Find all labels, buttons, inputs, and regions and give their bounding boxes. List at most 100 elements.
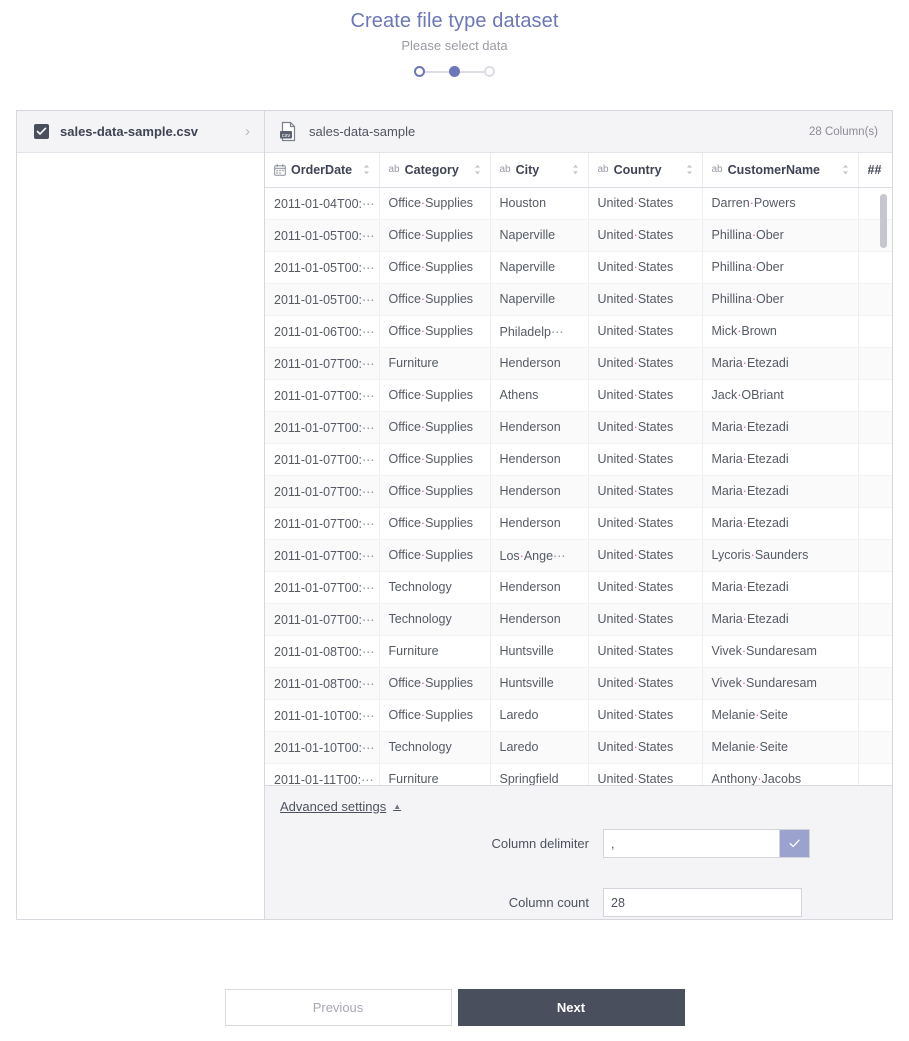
cell-category: Office·Supplies [379,507,491,540]
data-preview-grid[interactable]: OrderDate ab Category ab City ab Country ab Cust… [265,153,892,785]
space-marker: · [742,420,747,434]
cell-customername: Melanie·Seite [702,731,859,764]
cell-orderdate: 2011-01-07T00:⋯ [265,379,380,412]
cell-orderdate: 2011-01-07T00:⋯ [265,411,380,444]
delimiter-confirm-button[interactable] [780,829,810,858]
cell-category: Office·Supplies [379,283,491,316]
table-row[interactable]: 2011-01-05T00:⋯ Office·Supplies Naperville… [265,219,892,252]
space-marker: · [633,612,638,626]
delimiter-field-row: Column delimiter [265,829,892,858]
space-marker: · [742,580,747,594]
cell-country: United·States [588,187,703,220]
file-checkbox[interactable] [34,124,49,139]
space-marker: · [420,260,426,274]
table-row[interactable]: 2011-01-07T00:⋯ Technology Henderson United… [265,603,892,636]
preview-header: csv sales-data-sample 28 Column(s) [265,111,892,153]
truncation-ellipsis: ⋯ [361,772,374,786]
table-row[interactable]: 2011-01-06T00:⋯ Office·Supplies Philadelp⋯… [265,315,892,348]
column-header-label: City [515,162,540,177]
page-subtitle: Please select data [401,38,508,53]
space-marker: · [755,708,760,722]
table-row[interactable]: 2011-01-10T00:⋯ Office·Supplies Laredo Unit… [265,699,892,732]
column-header-label: Category [404,162,459,177]
sort-icon[interactable] [363,164,370,175]
grid-vertical-scrollbar[interactable] [880,194,887,779]
table-row[interactable]: 2011-01-07T00:⋯ Technology Henderson United… [265,571,892,604]
chevron-right-icon[interactable]: › [245,123,252,140]
table-row[interactable]: 2011-01-07T00:⋯ Office·Supplies Henderson U… [265,475,892,508]
table-row[interactable]: 2011-01-07T00:⋯ Office·Supplies Henderson U… [265,443,892,476]
text-type-icon: ab [597,164,609,176]
sort-icon[interactable] [686,164,693,175]
space-marker: · [741,644,747,658]
space-marker: · [420,292,426,306]
truncation-ellipsis: ⋯ [362,708,375,723]
column-header-country[interactable]: ab Country [588,153,703,188]
space-marker: · [633,708,638,722]
column-header-orderdate[interactable]: OrderDate [265,153,380,188]
space-marker: · [420,516,426,530]
truncation-ellipsis: ⋯ [362,260,375,275]
step-dot-1[interactable] [414,66,425,77]
check-icon [36,127,47,135]
column-count-input[interactable] [603,888,802,917]
cell-customername: Mick·Brown [702,315,859,348]
table-row[interactable]: 2011-01-07T00:⋯ Office·Supplies Henderson U… [265,411,892,444]
table-row[interactable]: 2011-01-07T00:⋯ Office·Supplies Los·Ange⋯ U… [265,539,892,572]
column-header-label: ## [867,162,882,177]
column-header-city[interactable]: ab City [490,153,589,188]
cell-orderdate: 2011-01-07T00:⋯ [265,539,380,572]
table-row[interactable]: 2011-01-07T00:⋯ Office·Supplies Athens Unit… [265,379,892,412]
scrollbar-thumb[interactable] [880,194,887,248]
space-marker: · [633,740,638,754]
sort-icon[interactable] [474,164,481,175]
cell-country: United·States [588,347,703,380]
space-marker: · [633,772,638,785]
cell-customername: Phillina·Ober [702,219,859,252]
table-row[interactable]: 2011-01-11T00:⋯ Furniture Springfield Unite… [265,763,892,785]
table-row[interactable]: 2011-01-07T00:⋯ Furniture Henderson United·… [265,347,892,380]
space-marker: · [749,196,754,210]
step-dot-2[interactable] [449,66,460,77]
column-count-badge: 28 Column(s) [808,125,878,138]
column-header-category[interactable]: ab Category [379,153,491,188]
space-marker: · [420,196,426,210]
space-marker: · [633,548,638,562]
truncation-ellipsis: ⋯ [362,484,375,499]
sort-icon[interactable] [842,164,849,175]
sort-icon[interactable] [572,164,579,175]
step-dot-3[interactable] [484,66,495,77]
truncation-ellipsis: ⋯ [362,196,375,211]
cell-country: United·States [588,475,703,508]
cell-orderdate: 2011-01-11T00:⋯ [265,763,380,786]
column-header-[interactable]: ## [858,153,892,188]
advanced-settings-toggle[interactable]: Advanced settings ▲ [280,799,401,814]
previous-button[interactable]: Previous [224,989,452,1026]
truncation-ellipsis: ⋯ [362,676,375,691]
cell-orderdate: 2011-01-10T00:⋯ [265,699,380,732]
sidebar-item-file[interactable]: sales-data-sample.csv › [17,111,264,153]
step-line-1 [425,70,449,73]
cell-orderdate: 2011-01-07T00:⋯ [265,603,380,636]
next-button[interactable]: Next [457,989,685,1026]
table-row[interactable]: 2011-01-07T00:⋯ Office·Supplies Henderson U… [265,507,892,540]
cell-customername: Vivek·Sundaresam [702,667,859,700]
cell-orderdate: 2011-01-07T00:⋯ [265,443,380,476]
cell-city: Henderson [490,411,589,444]
table-row[interactable]: 2011-01-10T00:⋯ Technology Laredo United·St… [265,731,892,764]
table-row[interactable]: 2011-01-05T00:⋯ Office·Supplies Naperville… [265,251,892,284]
cell-category: Office·Supplies [379,379,491,412]
table-row[interactable]: 2011-01-08T00:⋯ Furniture Huntsville United… [265,635,892,668]
delimiter-input[interactable] [603,829,780,858]
table-row[interactable]: 2011-01-08T00:⋯ Office·Supplies Huntsville… [265,667,892,700]
space-marker: · [420,324,426,338]
cell-country: United·States [588,379,703,412]
space-marker: · [741,676,747,690]
space-marker: · [633,292,638,306]
cell-customername: Phillina·Ober [702,251,859,284]
csv-file-icon: csv [280,121,296,142]
table-row[interactable]: 2011-01-04T00:⋯ Office·Supplies Houston Uni… [265,187,892,220]
table-row[interactable]: 2011-01-05T00:⋯ Office·Supplies Naperville… [265,283,892,316]
column-header-customername[interactable]: ab CustomerName [702,153,859,188]
advanced-settings-section: Advanced settings ▲ Column delimiter , C… [265,785,892,919]
